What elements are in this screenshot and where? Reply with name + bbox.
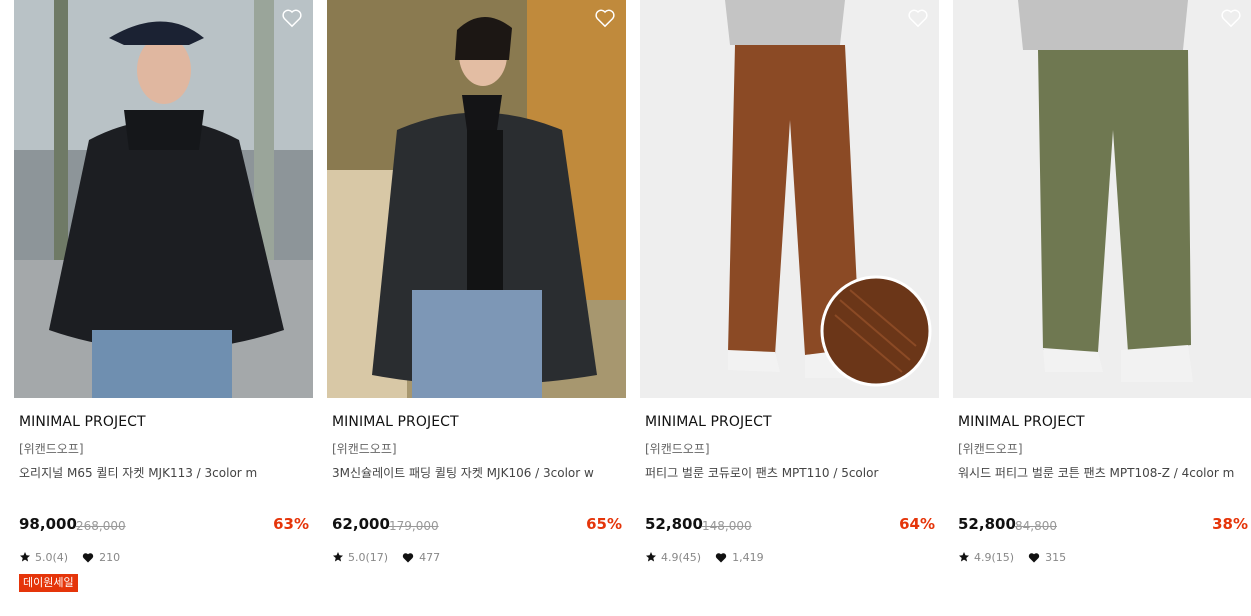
likes-count: 210: [99, 550, 121, 564]
discount-rate: 64%: [899, 515, 935, 533]
likes-count: 315: [1045, 550, 1067, 564]
star-icon: [20, 552, 30, 562]
price-row: 62,000 179,000 65%: [332, 515, 622, 535]
product-meta: 4.9(45) 1,419: [645, 549, 764, 565]
discount-rate: 38%: [1212, 515, 1248, 533]
rating-text: 5.0(17): [348, 550, 389, 564]
product-photo-padded-jacket: [327, 0, 626, 398]
rating-text: 5.0(4): [35, 550, 69, 564]
product-info: MINIMAL PROJECT [위캔드오프] 워시드 퍼티그 벌룬 코튼 팬츠…: [953, 398, 1251, 616]
price-row: 52,800 148,000 64%: [645, 515, 935, 535]
product-name[interactable]: 오리지널 M65 퀼티 자켓 MJK113 / 3color m: [19, 464, 309, 481]
product-image[interactable]: [953, 0, 1251, 398]
product-info: MINIMAL PROJECT [위캔드오프] 퍼티그 벌룬 코듀로이 팬츠 M…: [640, 398, 939, 616]
heart-icon: [715, 552, 727, 562]
sale-price: 62,000: [332, 515, 390, 533]
star-icon: [333, 552, 343, 562]
original-price: 179,000: [389, 519, 439, 533]
product-card[interactable]: MINIMAL PROJECT [위캔드오프] 워시드 퍼티그 벌룬 코튼 팬츠…: [953, 0, 1251, 616]
product-meta: 5.0(17) 477: [332, 549, 440, 565]
product-name[interactable]: 퍼티그 벌룬 코듀로이 팬츠 MPT110 / 5color: [645, 464, 935, 481]
discount-rate: 63%: [273, 515, 309, 533]
product-meta: 4.9(15) 315: [958, 549, 1066, 565]
rating-text: 4.9(15): [974, 550, 1015, 564]
original-price: 268,000: [76, 519, 126, 533]
product-tag: [위캔드오프]: [19, 442, 84, 456]
brand-name[interactable]: MINIMAL PROJECT: [332, 414, 459, 430]
product-name[interactable]: 3M신슐레이트 패딩 퀼팅 자켓 MJK106 / 3color w: [332, 464, 622, 481]
wishlist-button[interactable]: [907, 8, 929, 28]
heart-icon: [1028, 552, 1040, 562]
product-photo-cotton-pants: [953, 0, 1251, 398]
sale-price: 52,800: [645, 515, 703, 533]
sale-badge: 데이원세일: [19, 574, 78, 592]
sale-price: 98,000: [19, 515, 77, 533]
brand-name[interactable]: MINIMAL PROJECT: [19, 414, 146, 430]
heart-outline-icon: [282, 9, 302, 28]
product-info: MINIMAL PROJECT [위캔드오프] 3M신슐레이트 패딩 퀼팅 자켓…: [327, 398, 626, 616]
star-icon: [959, 552, 969, 562]
wishlist-button[interactable]: [281, 8, 303, 28]
product-meta: 5.0(4) 210: [19, 549, 120, 565]
product-grid: MINIMAL PROJECT [위캔드오프] 오리지널 M65 퀼티 자켓 M…: [14, 0, 1251, 616]
wishlist-button[interactable]: [1220, 8, 1242, 28]
product-card[interactable]: MINIMAL PROJECT [위캔드오프] 3M신슐레이트 패딩 퀼팅 자켓…: [327, 0, 626, 616]
sale-price: 52,800: [958, 515, 1016, 533]
price-row: 98,000 268,000 63%: [19, 515, 309, 535]
product-info: MINIMAL PROJECT [위캔드오프] 오리지널 M65 퀼티 자켓 M…: [14, 398, 313, 616]
heart-outline-icon: [1221, 9, 1241, 28]
discount-rate: 65%: [586, 515, 622, 533]
product-photo-corduroy-pants: [640, 0, 939, 398]
likes-count: 1,419: [732, 550, 764, 564]
product-name[interactable]: 워시드 퍼티그 벌룬 코튼 팬츠 MPT108-Z / 4color m: [958, 464, 1248, 481]
product-photo-quilted-jacket: [14, 0, 313, 398]
brand-name[interactable]: MINIMAL PROJECT: [645, 414, 772, 430]
original-price: 148,000: [702, 519, 752, 533]
brand-name[interactable]: MINIMAL PROJECT: [958, 414, 1085, 430]
heart-icon: [82, 552, 94, 562]
product-card[interactable]: MINIMAL PROJECT [위캔드오프] 퍼티그 벌룬 코듀로이 팬츠 M…: [640, 0, 939, 616]
product-image[interactable]: [327, 0, 626, 398]
product-image[interactable]: [14, 0, 313, 398]
heart-icon: [402, 552, 414, 562]
product-tag: [위캔드오프]: [958, 442, 1023, 456]
product-tag: [위캔드오프]: [645, 442, 710, 456]
star-icon: [646, 552, 656, 562]
product-tag: [위캔드오프]: [332, 442, 397, 456]
heart-outline-icon: [595, 9, 615, 28]
heart-outline-icon: [908, 9, 928, 28]
wishlist-button[interactable]: [594, 8, 616, 28]
likes-count: 477: [419, 550, 441, 564]
rating-text: 4.9(45): [661, 550, 702, 564]
product-image[interactable]: [640, 0, 939, 398]
product-card[interactable]: MINIMAL PROJECT [위캔드오프] 오리지널 M65 퀼티 자켓 M…: [14, 0, 313, 616]
price-row: 52,800 84,800 38%: [958, 515, 1248, 535]
original-price: 84,800: [1015, 519, 1057, 533]
